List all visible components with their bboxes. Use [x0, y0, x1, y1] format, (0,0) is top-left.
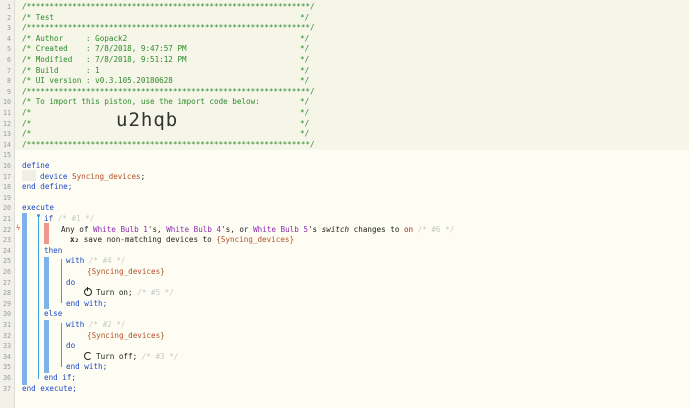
line-number: 11: [3, 109, 11, 117]
else-keyword[interactable]: else: [44, 309, 62, 320]
line-number: 37: [3, 384, 11, 393]
end-execute-keyword[interactable]: end execute;: [22, 384, 77, 395]
line-number: 14: [3, 140, 11, 149]
line-number: 31: [3, 321, 11, 329]
line-number: 30: [3, 310, 11, 319]
end-if-keyword[interactable]: end if;: [44, 373, 76, 384]
line-10-close: */: [300, 97, 310, 107]
line-number: 19: [3, 193, 11, 202]
line-number: 36: [3, 374, 11, 382]
import-code[interactable]: u2hqb: [116, 109, 178, 131]
power-icon: [84, 287, 92, 297]
then-keyword[interactable]: then: [44, 246, 62, 257]
line-number: 33: [3, 342, 11, 351]
line-12: /*: [22, 118, 32, 128]
line-6: /* Modified : 7/8/2018, 9:51:12 PM: [22, 55, 187, 64]
end-define-keyword[interactable]: end define;: [22, 182, 72, 193]
device-declaration[interactable]: device Syncing_devices;: [40, 172, 145, 183]
line-number: 34: [3, 352, 11, 361]
line-number: 20: [3, 204, 11, 213]
line-8-close: */: [300, 76, 310, 86]
line-number: 23: [3, 236, 11, 245]
line-number: 17: [3, 172, 11, 181]
line-13-close: */: [300, 129, 310, 139]
line-number: 21: [3, 215, 11, 223]
line-4: /* Author : Gopack2: [22, 33, 128, 43]
line-1: /***************************************…: [22, 2, 315, 11]
line-11-close: */: [300, 108, 310, 117]
line-number: 27: [3, 278, 11, 287]
with1-bracket: [61, 259, 62, 303]
turn-on-line[interactable]: Turn on; /* #5 */: [84, 287, 174, 299]
line-3: /***************************************…: [22, 23, 315, 33]
else-block-bar[interactable]: [44, 320, 49, 373]
lightning-icon: ϟ: [16, 224, 21, 232]
trigger-condition[interactable]: Any of White Bulb 1's, White Bulb 4's, o…: [61, 225, 454, 236]
line-5: /* Created : 7/8/2018, 9:47:57 PM: [22, 44, 187, 54]
with2-devices[interactable]: {Syncing_devices}: [87, 331, 165, 342]
with1-line[interactable]: with /* #4 */: [66, 256, 125, 267]
circle-arrow-icon: [84, 351, 92, 360]
with1-end[interactable]: end with;: [66, 299, 107, 310]
line-number-gutter: 1 2 3 4 5 6 7 8 9 10 11 12 13 14 15 16 17 18 19 20 21 22 23 24 2…: [0, 0, 15, 408]
line-number: 5: [7, 45, 11, 54]
line-8: /* UI version : v0.3.105.20180628: [22, 76, 173, 86]
line-number: 28: [3, 289, 11, 298]
line-6-close: */: [300, 55, 310, 64]
line-number: 18: [3, 183, 11, 192]
line-number: 9: [7, 87, 11, 96]
line-number: 22: [3, 225, 11, 234]
line-7-close: */: [300, 65, 310, 75]
with2-line[interactable]: with /* #2 */: [66, 320, 125, 331]
device-row-shade: [22, 170, 36, 181]
line-2-close: */: [300, 12, 310, 22]
line-number: 7: [7, 66, 11, 75]
line-10: /* To import this piston, use the import…: [22, 97, 260, 107]
with2-do[interactable]: do: [66, 341, 75, 352]
line-number: 10: [3, 98, 11, 107]
with1-devices[interactable]: {Syncing_devices}: [87, 267, 165, 278]
line-number: 32: [3, 331, 11, 340]
line-number: 1: [7, 3, 11, 11]
line-number: 13: [3, 130, 11, 139]
save-devices-line[interactable]: x₂ save non-matching devices to {Syncing…: [70, 235, 294, 246]
if-line[interactable]: if /* #1 */: [44, 214, 94, 225]
if-block-bar[interactable]: [22, 213, 27, 385]
line-9: /***************************************…: [22, 86, 315, 96]
line-number: 2: [7, 13, 11, 22]
piston-code-editor: 1 2 3 4 5 6 7 8 9 10 11 12 13 14 15 16 17 18 19 20 21 22 23 24 2…: [0, 0, 689, 408]
line-number: 6: [7, 56, 11, 64]
line-5-close: */: [300, 44, 310, 54]
line-number: 24: [3, 246, 11, 255]
line-number: 29: [3, 299, 11, 308]
line-7: /* Build : 1: [22, 65, 100, 75]
line-2: /* Test: [22, 12, 55, 22]
line-number: 3: [7, 24, 11, 33]
with2-end[interactable]: end with;: [66, 362, 107, 373]
line-number: 16: [3, 162, 11, 170]
line-number: 35: [3, 363, 11, 372]
line-number: 26: [3, 268, 11, 276]
line-number: 12: [3, 119, 11, 128]
line-11: /*: [22, 108, 32, 117]
line-number: 15: [3, 151, 11, 160]
then-block-bar[interactable]: [44, 257, 49, 309]
line-number: 8: [7, 77, 11, 86]
condition-bar[interactable]: [44, 223, 49, 244]
line-4-close: */: [300, 33, 310, 43]
turn-off-line[interactable]: Turn off; /* #3 */: [84, 351, 178, 363]
with1-do[interactable]: do: [66, 278, 75, 289]
line-12-close: */: [300, 118, 310, 128]
with2-bracket: [61, 323, 62, 367]
line-13: /*: [22, 129, 32, 139]
if-bracket-dot: [37, 214, 40, 217]
line-number: 25: [3, 257, 11, 266]
line-number: 4: [7, 34, 11, 43]
line-14: /***************************************…: [22, 139, 315, 149]
if-bracket: [38, 215, 39, 379]
